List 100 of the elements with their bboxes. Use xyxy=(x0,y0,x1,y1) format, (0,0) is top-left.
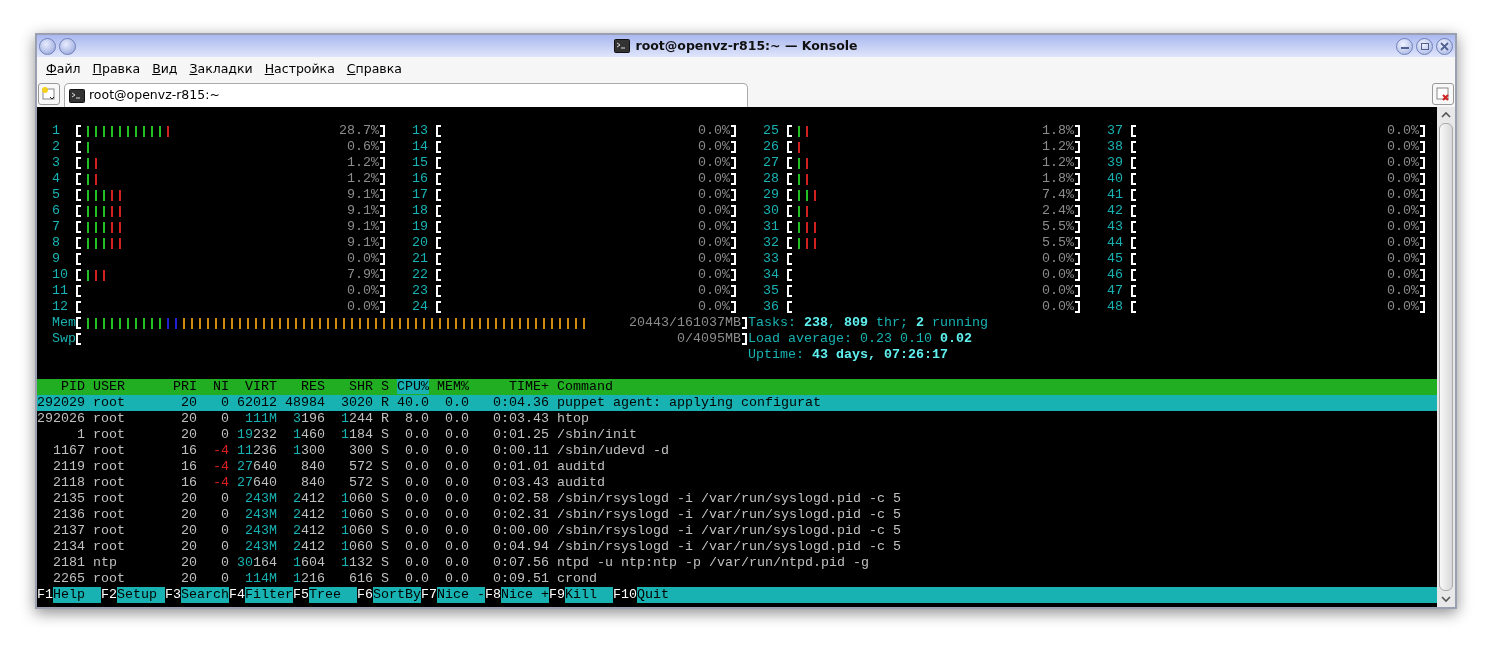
process-row[interactable]: 2137 root 20 0 243M 2412 1060 S 0.0 0.0 0:00.00 /sbin/rsyslogd -i /var/run/syslogd.pid -c 5 xyxy=(37,523,1437,539)
table-cell-text: 0 xyxy=(220,507,229,523)
process-row[interactable]: 2119 root 16 -4 27640 840 572 S 0.0 0.0 0:01.01 auditd xyxy=(37,459,1437,475)
column-header[interactable]: CPU% xyxy=(397,379,429,395)
table-cell-text: 0.0 xyxy=(444,507,469,523)
column-header[interactable]: Command xyxy=(557,379,613,395)
bracket-icon xyxy=(76,205,81,217)
meter-reading: 0.0% xyxy=(1387,171,1419,187)
function-button[interactable]: SortBy xyxy=(373,587,421,603)
bracket-icon xyxy=(731,253,736,265)
cpu-label: 1 xyxy=(52,123,61,139)
process-row[interactable]: 2136 root 20 0 243M 2412 1060 S 0.0 0.0 0:02.31 /sbin/rsyslogd -i /var/run/syslogd.pid -c 5 xyxy=(37,507,1437,523)
terminal-icon xyxy=(69,88,85,103)
function-button[interactable]: Quit xyxy=(637,587,1437,603)
function-button[interactable]: Filter xyxy=(245,587,293,603)
table-cell-text: 0:03.43 xyxy=(492,411,549,427)
window-menu-button[interactable] xyxy=(39,37,56,55)
table-cell-text: auditd xyxy=(557,459,606,475)
menu-item[interactable]: Правка xyxy=(87,59,146,79)
table-cell-text: 0 xyxy=(220,411,229,427)
menu-item[interactable]: Файл xyxy=(41,59,86,79)
function-button[interactable]: Kill xyxy=(565,587,613,603)
process-row[interactable]: 2265 root 20 0 114M 1216 616 S 0.0 0.0 0:09.51 crond xyxy=(37,571,1437,587)
bracket-icon xyxy=(76,221,81,233)
table-cell: 40.0 xyxy=(397,395,429,411)
minimize-icon xyxy=(1400,47,1409,49)
scrollbar-thumb[interactable] xyxy=(1439,123,1453,591)
close-tab-button[interactable] xyxy=(1432,83,1454,105)
meter-reading: 5.5% xyxy=(1042,219,1074,235)
table-cell: 27640 xyxy=(237,459,277,475)
table-cell-text: -4 xyxy=(212,475,229,491)
close-button[interactable] xyxy=(1436,37,1453,55)
meter-reading: 2.4% xyxy=(1042,203,1074,219)
table-cell-text: 0:07.56 xyxy=(492,555,549,571)
bracket-icon xyxy=(1420,301,1425,313)
new-tab-button[interactable] xyxy=(38,83,60,105)
bracket-icon xyxy=(1420,205,1425,217)
bracket-icon xyxy=(731,125,736,137)
column-header[interactable]: SHR xyxy=(333,379,373,395)
column-header[interactable]: PID xyxy=(37,379,85,395)
function-button[interactable]: Tree xyxy=(309,587,357,603)
window-title: root@openvz-r815:~ — Konsole xyxy=(635,36,858,55)
column-header[interactable]: TIME+ xyxy=(477,379,549,395)
table-cell-text: /sbin/udevd -d xyxy=(557,443,670,459)
table-cell-text: 0:02.58 xyxy=(492,491,549,507)
process-row[interactable]: 1167 root 16 -4 11236 1300 300 S 0.0 0.0 0:00.11 /sbin/udevd -d xyxy=(37,443,1437,459)
bracket-icon xyxy=(731,285,736,297)
table-cell-text: 20 xyxy=(180,411,197,427)
bracket-icon xyxy=(76,269,81,281)
pin-button[interactable] xyxy=(59,37,76,55)
table-cell-text: root xyxy=(93,395,126,411)
table-cell-text: 2181 xyxy=(52,555,85,571)
process-row[interactable]: 2134 root 20 0 243M 2412 1060 S 0.0 0.0 0:04.94 /sbin/rsyslogd -i /var/run/syslogd.pid -c 5 xyxy=(37,539,1437,555)
bracket-icon xyxy=(1131,157,1136,169)
process-row[interactable]: 2181 ntp 20 0 30164 1604 1132 S 0.0 0.0 0:07.56 ntpd -u ntp:ntp -p /var/run/ntpd.pid -g xyxy=(37,555,1437,571)
function-button[interactable]: Nice + xyxy=(501,587,549,603)
cpu-label: 47 xyxy=(1107,283,1124,299)
menu-item[interactable]: Закладки xyxy=(184,59,258,79)
process-row[interactable]: 2135 root 20 0 243M 2412 1060 S 0.0 0.0 0:02.58 /sbin/rsyslogd -i /var/run/syslogd.pid -c 5 xyxy=(37,491,1437,507)
table-cell-text: 0.0 xyxy=(444,491,469,507)
menu-item[interactable]: Настройка xyxy=(259,59,340,79)
cpu-label: 45 xyxy=(1107,251,1124,267)
process-row[interactable]: 292029 root 20 0 62012 48984 3020 R 40.0 0.0 0:04.36 puppet agent: applying configurat xyxy=(37,395,1437,411)
column-header[interactable]: USER xyxy=(93,379,165,395)
menu-item[interactable]: Вид xyxy=(147,59,183,79)
bracket-icon xyxy=(1075,189,1080,201)
meter-reading: 1.2% xyxy=(347,155,379,171)
process-row[interactable]: 292026 root 20 0 111M 3196 1244 R 8.0 0.0 0:03.43 htop xyxy=(37,411,1437,427)
table-cell-text: 0.0 xyxy=(404,427,429,443)
column-header[interactable]: MEM% xyxy=(437,379,469,395)
close-icon xyxy=(1440,41,1449,51)
column-header[interactable]: VIRT xyxy=(237,379,277,395)
table-cell-text: root xyxy=(93,491,126,507)
menu-item[interactable]: Справка xyxy=(341,59,407,79)
minimize-button[interactable] xyxy=(1396,37,1413,55)
function-button[interactable]: Help xyxy=(53,587,101,603)
column-header[interactable]: PRI xyxy=(173,379,197,395)
process-row[interactable]: 2118 root 16 -4 27640 840 572 S 0.0 0.0 0:03.43 auditd xyxy=(37,475,1437,491)
function-button[interactable]: Nice - xyxy=(437,587,485,603)
maximize-button[interactable] xyxy=(1416,37,1433,55)
function-button[interactable]: Search xyxy=(181,587,229,603)
cpu-label: 30 xyxy=(763,203,780,219)
bracket-icon xyxy=(436,141,441,153)
function-button[interactable]: Setup xyxy=(117,587,165,603)
bracket-icon xyxy=(787,301,792,313)
table-cell: 27640 xyxy=(237,475,277,491)
bracket-icon xyxy=(76,253,81,265)
meter-reading: 28.7% xyxy=(339,123,379,139)
column-header[interactable]: S xyxy=(381,379,389,395)
process-row[interactable]: 1 root 20 0 19232 1460 1184 S 0.0 0.0 0:01.25 /sbin/init xyxy=(37,427,1437,443)
cpu-label: 16 xyxy=(412,171,429,187)
cpu-label: 36 xyxy=(763,299,780,315)
column-header[interactable]: NI xyxy=(205,379,229,395)
column-header[interactable]: RES xyxy=(285,379,325,395)
bracket-icon xyxy=(731,173,736,185)
cpu-label: 27 xyxy=(763,155,780,171)
maximize-icon xyxy=(1420,42,1429,50)
bracket-icon xyxy=(380,253,385,265)
tab[interactable]: root@openvz-r815:~ xyxy=(64,83,748,107)
scroll-down-icon[interactable] xyxy=(1440,593,1452,605)
